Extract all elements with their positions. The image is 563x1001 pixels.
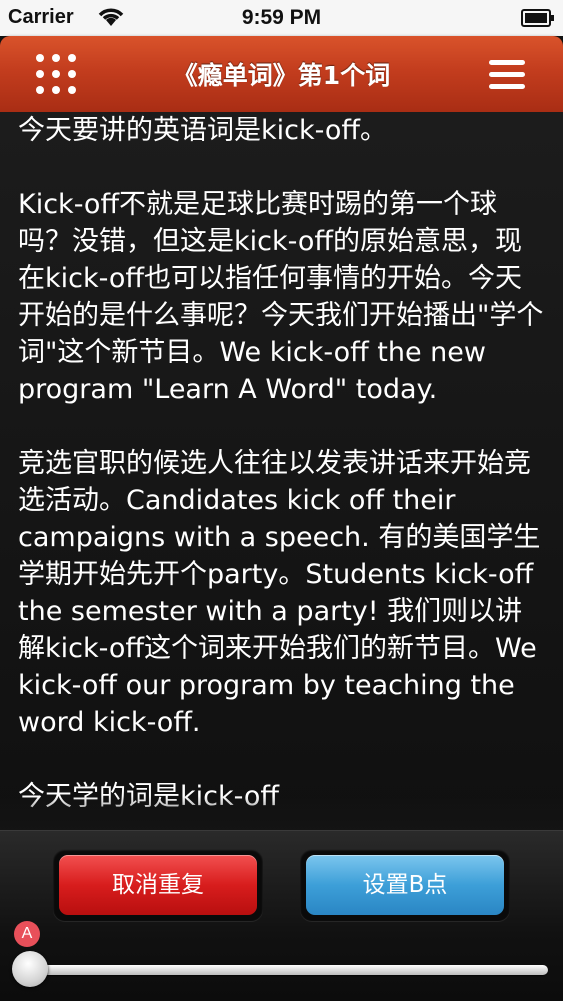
set-b-frame: 设置B点: [300, 849, 510, 921]
progress-slider[interactable]: [18, 965, 548, 975]
nav-bar: 《瘾单词》第1个词: [0, 36, 563, 112]
cancel-repeat-button[interactable]: 取消重复: [59, 855, 257, 915]
battery-icon: [521, 9, 555, 32]
point-a-marker: A: [14, 921, 40, 947]
grid-icon[interactable]: [36, 54, 76, 94]
cancel-repeat-frame: 取消重复: [53, 849, 263, 921]
lesson-text-area[interactable]: 今天要讲的英语词是kick-off。 Kick-off不就是足球比赛时踢的第一个…: [0, 112, 563, 830]
menu-icon[interactable]: [489, 60, 525, 90]
page-title: 《瘾单词》第1个词: [172, 61, 391, 90]
set-b-point-button[interactable]: 设置B点: [306, 855, 504, 915]
scroll-fade: [0, 796, 563, 830]
slider-thumb[interactable]: [12, 951, 48, 987]
status-bar: Carrier 9:59 PM: [0, 0, 563, 36]
playback-toolbar: 取消重复 设置B点 A: [0, 830, 563, 1001]
status-time: 9:59 PM: [241, 6, 322, 29]
lesson-text: 今天要讲的英语词是kick-off。 Kick-off不就是足球比赛时踢的第一个…: [18, 115, 544, 812]
